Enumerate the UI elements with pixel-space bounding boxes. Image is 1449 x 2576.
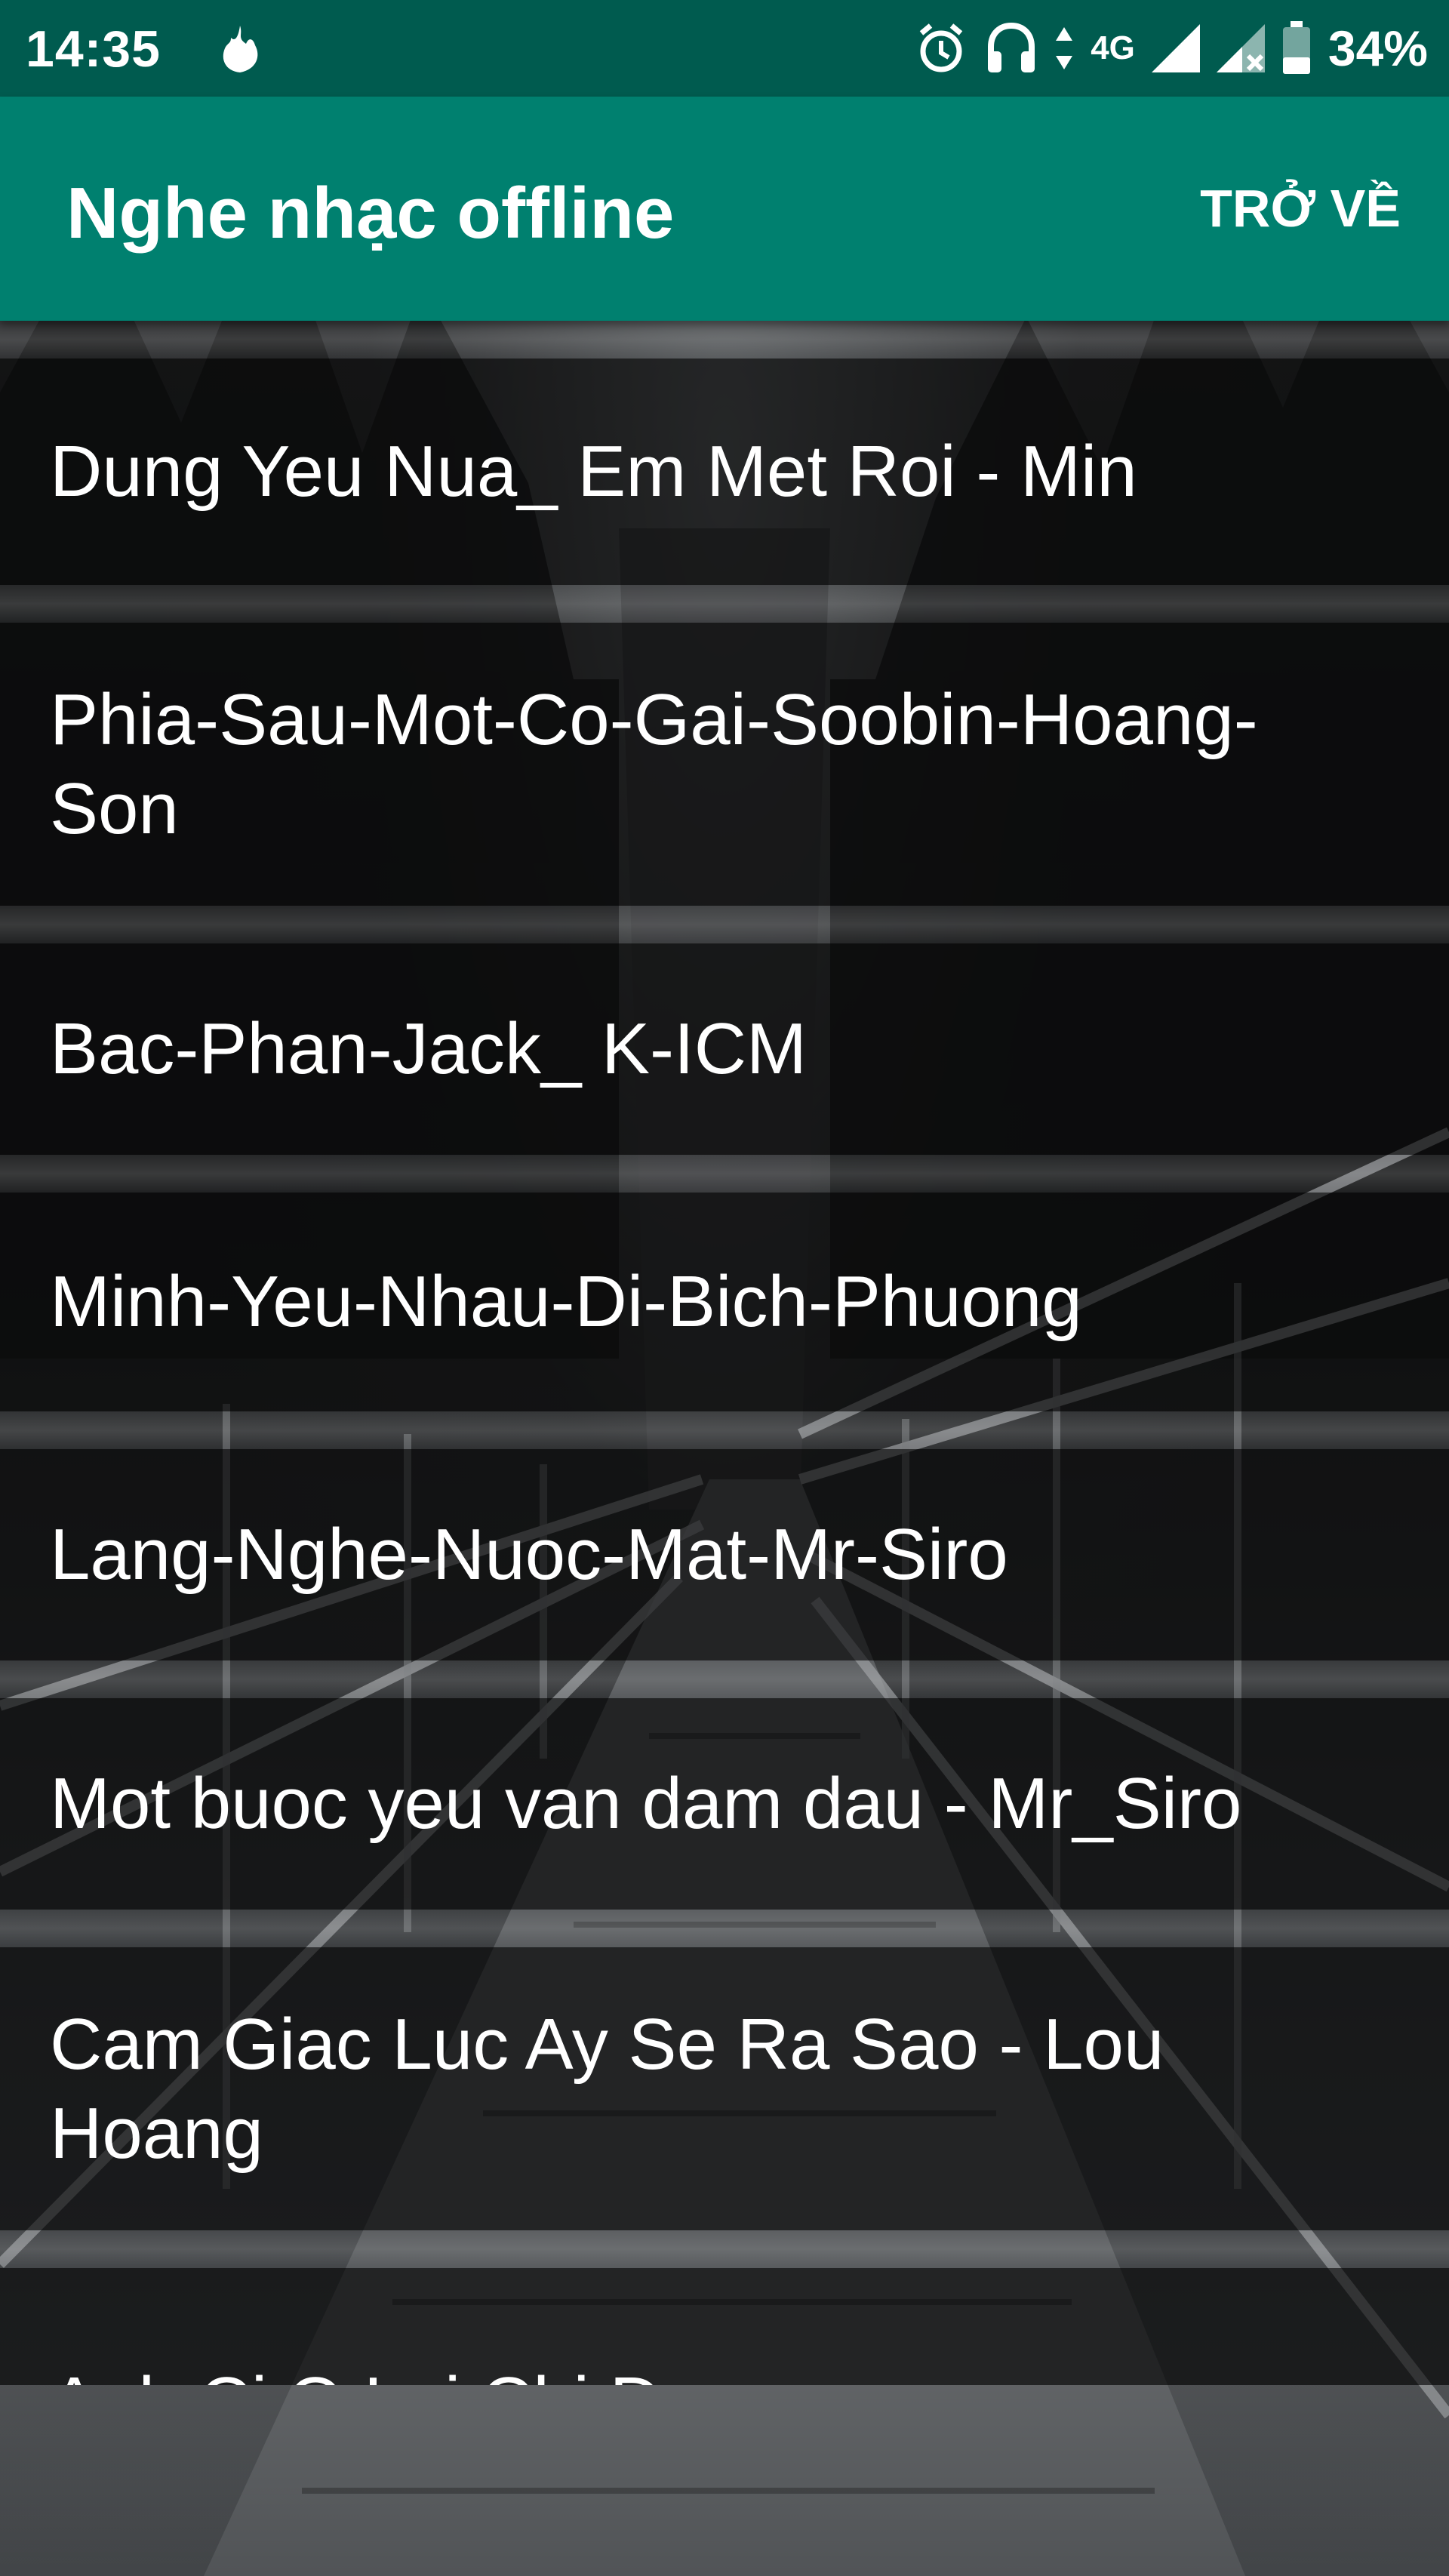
flame-icon [223, 26, 258, 72]
list-divider [0, 1660, 1449, 1698]
song-title: Phia-Sau-Mot-Co-Gai-Soobin-Hoang-Son [50, 679, 1258, 849]
song-title: Mot buoc yeu van dam dau - Mr_Siro [50, 1763, 1242, 1844]
song-title: Dung Yeu Nua_ Em Met Roi - Min [50, 431, 1137, 512]
list-divider [0, 2230, 1449, 2268]
bottom-background-band [0, 2385, 1449, 2576]
list-divider [0, 321, 1449, 359]
page-title: Nghe nhạc offline [66, 173, 675, 254]
song-title: Anh Ci O Lai Chi Du [50, 2359, 702, 2385]
song-list-item[interactable]: Minh-Yeu-Nhau-Di-Bich-Phuong [0, 1193, 1449, 1411]
list-divider [0, 585, 1449, 623]
network-type: 4G [1091, 29, 1135, 66]
signal-icon [1151, 24, 1200, 72]
song-list-item[interactable]: Phia-Sau-Mot-Co-Gai-Soobin-Hoang-Son [0, 623, 1449, 906]
status-time: 14:35 [26, 20, 161, 78]
song-title: Minh-Yeu-Nhau-Di-Bich-Phuong [50, 1261, 1082, 1342]
battery-icon [1282, 21, 1310, 74]
signal-no-service-icon [1216, 24, 1265, 72]
song-list-item[interactable]: Cam Giac Luc Ay Se Ra Sao - Lou Hoang [0, 1947, 1449, 2230]
song-list-item[interactable]: Dung Yeu Nua_ Em Met Roi - Min [0, 359, 1449, 585]
screen: 14:35 4G 34% Nghe nhạc offline TRỞ VỀ Du… [0, 0, 1449, 2576]
battery-percent: 34% [1327, 20, 1428, 76]
list-divider [0, 906, 1449, 943]
status-bar: 14:35 4G 34% [0, 0, 1449, 97]
song-title: Bac-Phan-Jack_ K-ICM [50, 1008, 807, 1089]
headset-icon [988, 22, 1035, 72]
back-button[interactable]: TRỞ VỀ [1200, 178, 1401, 239]
song-list[interactable]: Dung Yeu Nua_ Em Met Roi - Min Phia-Sau-… [0, 321, 1449, 2385]
list-divider [0, 1411, 1449, 1449]
song-list-item[interactable]: Mot buoc yeu van dam dau - Mr_Siro [0, 1698, 1449, 1910]
list-divider [0, 1155, 1449, 1193]
alarm-icon [919, 23, 963, 72]
song-title: Cam Giac Luc Ay Se Ra Sao - Lou Hoang [50, 2003, 1164, 2174]
song-list-item[interactable]: Bac-Phan-Jack_ K-ICM [0, 943, 1449, 1155]
list-divider [0, 1910, 1449, 1947]
song-list-item[interactable]: Anh Ci O Lai Chi Du [0, 2268, 1449, 2385]
song-list-item[interactable]: Lang-Nghe-Nuoc-Mat-Mr-Siro [0, 1449, 1449, 1660]
song-title: Lang-Nghe-Nuoc-Mat-Mr-Siro [50, 1514, 1008, 1595]
status-icons: 4G 34% [914, 18, 1428, 78]
app-bar: Nghe nhạc offline TRỞ VỀ [0, 97, 1449, 321]
data-arrows-icon [1056, 27, 1073, 69]
